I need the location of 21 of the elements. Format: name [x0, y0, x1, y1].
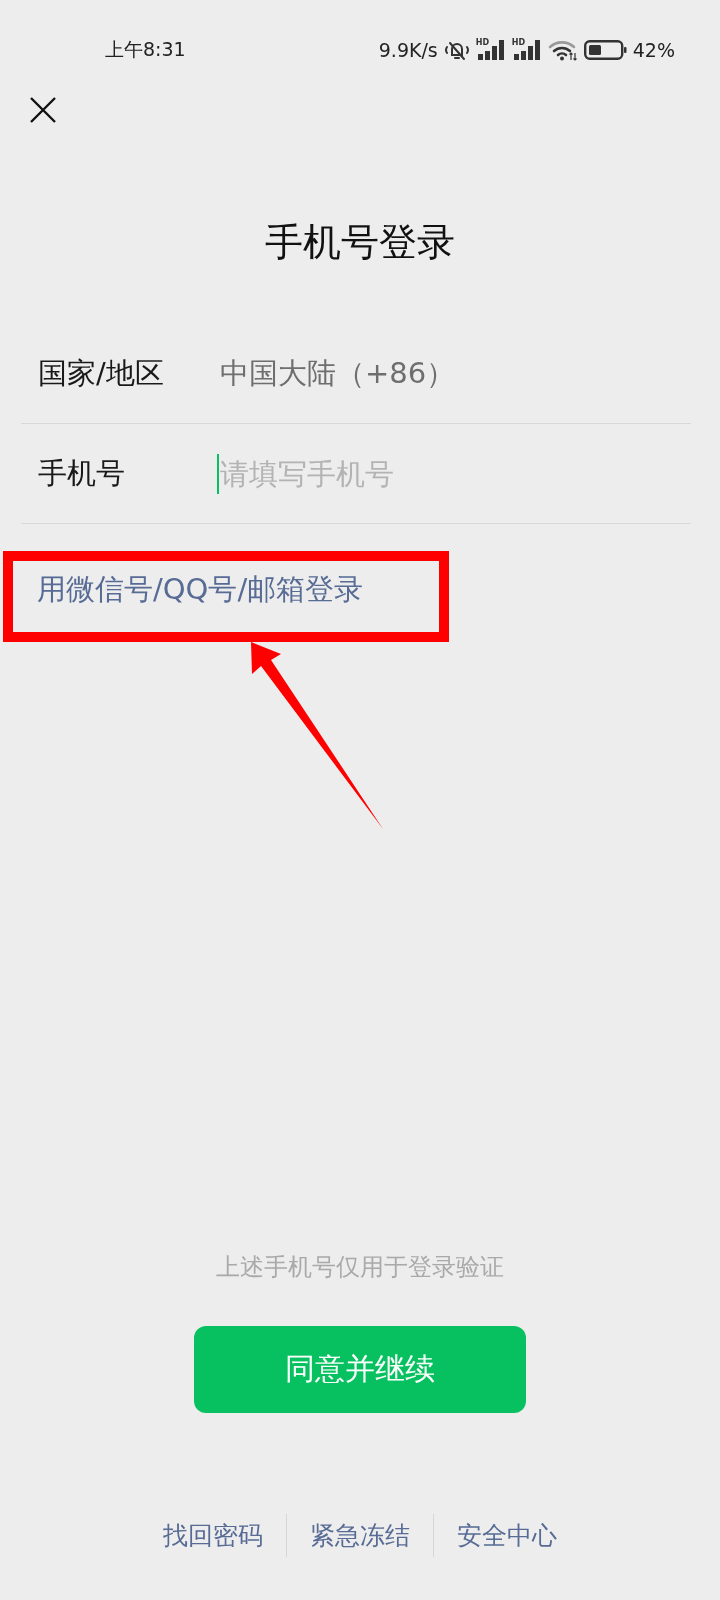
notice-text: 上述手机号仅用于登录验证	[216, 1253, 504, 1281]
field-label: 手机号	[38, 454, 126, 492]
network-speed: 9.9K/s	[378, 39, 438, 61]
region-value[interactable]: 中国大陆（+86）	[220, 353, 456, 394]
network-type-label: HD	[475, 39, 490, 47]
footer-link[interactable]: 紧急冻结	[287, 1519, 433, 1552]
footer-link[interactable]: 找回密码	[140, 1519, 286, 1552]
field-label: 国家/地区	[38, 354, 165, 392]
close-icon[interactable]	[30, 97, 56, 123]
wifi-icon	[547, 39, 578, 61]
footer-link[interactable]: 安全中心	[434, 1519, 580, 1552]
agree-continue-button[interactable]: 同意并继续	[194, 1326, 526, 1413]
alt-login-link[interactable]: 用微信号/QQ号/邮箱登录	[37, 572, 364, 606]
battery-percent: 42%	[632, 39, 675, 61]
signal-icon	[511, 40, 542, 60]
network-type-label: HD	[511, 39, 526, 47]
phone-input[interactable]: 请填写手机号	[220, 453, 640, 494]
page-title: 手机号登录	[265, 220, 455, 264]
battery-icon	[583, 40, 627, 60]
status-time: 上午8:31	[105, 37, 186, 62]
signal-icon	[475, 40, 506, 60]
